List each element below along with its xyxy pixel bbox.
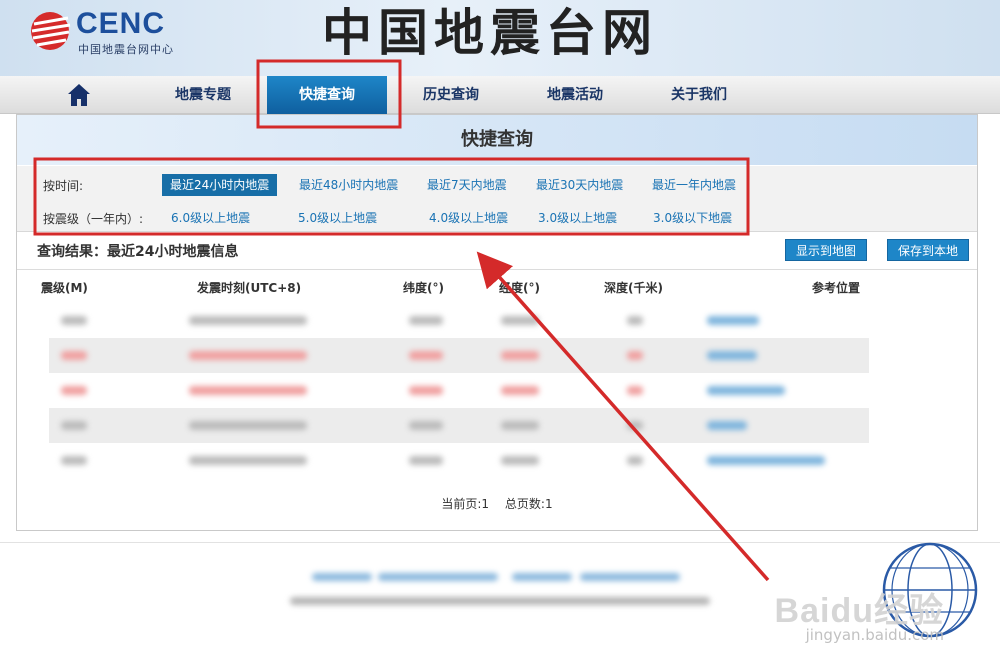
site-header: CENC 中国地震台网中心 中国地震台网	[0, 0, 1000, 76]
magnitude-filter-label: 按震级（一年内）:	[43, 212, 144, 226]
col-location: 参考位置	[812, 281, 861, 295]
nav-item-quick-query[interactable]: 快捷查询	[267, 76, 387, 114]
col-magnitude: 震级(M)	[41, 281, 88, 295]
logo-text: CENC	[76, 7, 166, 40]
site-title: 中国地震台网	[322, 3, 658, 62]
nav-item-history-query[interactable]: 历史查询	[391, 76, 511, 114]
mag-option-4[interactable]: 4.0级以上地震	[421, 207, 516, 229]
divider	[17, 269, 977, 270]
table-row[interactable]	[49, 443, 869, 478]
time-filter-label: 按时间:	[43, 179, 84, 193]
pagination: 当前页:1 总页数:1	[17, 495, 977, 512]
quick-query-panel: 快捷查询 按时间: 最近24小时内地震 最近48小时内地震 最近7天内地震 最近…	[16, 114, 978, 531]
save-local-button[interactable]: 保存到本地	[887, 239, 970, 261]
filter-area: 按时间: 最近24小时内地震 最近48小时内地震 最近7天内地震 最近30天内地…	[17, 166, 977, 232]
col-depth: 深度(千米)	[604, 281, 663, 295]
cenc-logo-icon	[31, 12, 71, 50]
mag-option-5[interactable]: 5.0级以上地震	[290, 207, 385, 229]
col-latitude: 纬度(°)	[403, 281, 444, 295]
nav-item-about[interactable]: 关于我们	[639, 76, 759, 114]
main-nav: 地震专题 快捷查询 历史查询 地震活动 关于我们	[0, 76, 1000, 114]
table-row[interactable]	[49, 408, 869, 443]
time-option-24h[interactable]: 最近24小时内地震	[162, 174, 278, 196]
mag-option-3-below[interactable]: 3.0级以下地震	[645, 207, 740, 229]
panel-title: 快捷查询	[17, 115, 977, 165]
nav-item-activity[interactable]: 地震活动	[515, 76, 635, 114]
table-row[interactable]	[49, 373, 869, 408]
time-option-1y[interactable]: 最近一年内地震	[644, 174, 744, 196]
home-icon[interactable]	[66, 82, 92, 108]
table-row[interactable]	[49, 338, 869, 373]
mag-option-3-above[interactable]: 3.0级以上地震	[530, 207, 625, 229]
result-title: 查询结果：最近24小时地震信息	[37, 244, 239, 260]
time-option-30d[interactable]: 最近30天内地震	[528, 174, 631, 196]
current-page: 当前页:1	[441, 497, 490, 511]
cenc-logo[interactable]: CENC 中国地震台网中心	[28, 8, 208, 56]
watermark-url: jingyan.baidu.com	[805, 626, 944, 644]
mag-option-6[interactable]: 6.0级以上地震	[163, 207, 258, 229]
table-row[interactable]	[49, 303, 869, 338]
time-option-48h[interactable]: 最近48小时内地震	[291, 174, 406, 196]
col-longitude: 经度(°)	[499, 281, 540, 295]
time-option-7d[interactable]: 最近7天内地震	[419, 174, 515, 196]
baidu-watermark: Baidu经验	[774, 592, 944, 630]
logo-subtitle: 中国地震台网中心	[78, 43, 174, 56]
nav-item-topics[interactable]: 地震专题	[143, 76, 263, 114]
total-pages: 总页数:1	[504, 497, 553, 511]
col-time: 发震时刻(UTC+8)	[197, 281, 302, 295]
show-on-map-button[interactable]: 显示到地图	[785, 239, 868, 261]
